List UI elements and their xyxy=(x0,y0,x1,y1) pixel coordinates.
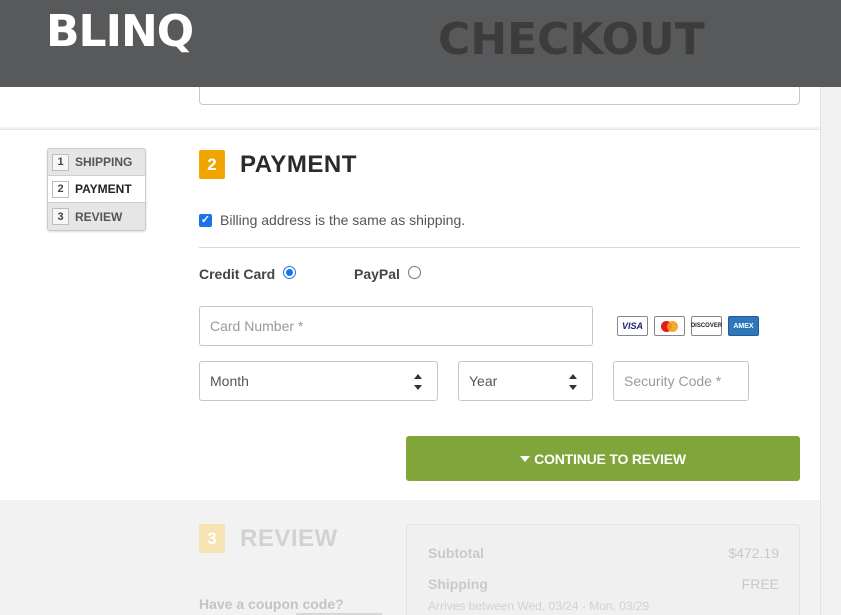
card-number-placeholder: Card Number * xyxy=(210,318,304,334)
security-code-placeholder: Security Code * xyxy=(624,373,722,389)
arrival-estimate: Arrives between Wed, 03/24 - Mon, 03/29 xyxy=(428,599,650,613)
site-header: BLINQ CHECKOUT xyxy=(0,0,841,87)
divider xyxy=(199,247,800,248)
accepted-cards: VISA DISCOVER AMEX xyxy=(617,316,759,336)
subtotal-value: $472.19 xyxy=(728,545,779,561)
review-section: 3 REVIEW Have a coupon code? Subtotal $4… xyxy=(0,502,820,615)
shipping-label: Shipping xyxy=(428,576,488,592)
subtotal-label: Subtotal xyxy=(428,545,484,561)
select-arrows-icon xyxy=(569,373,578,391)
month-select[interactable]: Month xyxy=(199,361,438,401)
billing-checkbox[interactable]: ✓ xyxy=(199,213,212,227)
scrollbar-gutter xyxy=(820,87,841,615)
review-heading: REVIEW xyxy=(240,525,338,552)
caret-down-icon xyxy=(520,455,531,462)
step-review[interactable]: 3 REVIEW xyxy=(48,203,145,230)
select-arrows-icon xyxy=(414,373,423,391)
visa-icon: VISA xyxy=(617,316,648,336)
month-value: Month xyxy=(210,373,249,389)
amex-icon: AMEX xyxy=(728,316,759,336)
review-step-badge: 3 xyxy=(199,524,225,553)
year-value: Year xyxy=(469,373,498,389)
step-number: 1 xyxy=(52,153,69,171)
step-shipping[interactable]: 1 SHIPPING xyxy=(48,149,145,176)
subtotal-row: Subtotal $472.19 xyxy=(428,545,779,561)
step-payment[interactable]: 2 PAYMENT xyxy=(48,176,145,203)
card-number-input[interactable]: Card Number * xyxy=(199,306,593,346)
payment-step-badge: 2 xyxy=(199,150,225,179)
year-select[interactable]: Year xyxy=(458,361,593,401)
order-summary: Subtotal $472.19 Shipping FREE Arrives b… xyxy=(406,524,800,615)
shipping-value: FREE xyxy=(741,576,779,592)
payment-section: 1 SHIPPING 2 PAYMENT 3 REVIEW 2 PAYMENT … xyxy=(0,129,820,500)
shipping-section xyxy=(0,87,820,127)
paypal-option[interactable]: PayPal xyxy=(354,265,421,282)
step-label: REVIEW xyxy=(75,209,123,224)
billing-same-option[interactable]: ✓ Billing address is the same as shippin… xyxy=(199,212,465,228)
paypal-radio[interactable] xyxy=(407,265,421,279)
continue-to-review-button[interactable]: CONTINUE TO REVIEW xyxy=(406,436,800,481)
step-label: SHIPPING xyxy=(75,155,133,169)
step-number: 2 xyxy=(52,180,69,198)
credit-card-label: Credit Card xyxy=(199,266,276,282)
shipping-row: Shipping FREE xyxy=(428,576,779,592)
security-code-input[interactable]: Security Code * xyxy=(613,361,749,401)
payment-heading: PAYMENT xyxy=(240,151,357,178)
step-navigator: 1 SHIPPING 2 PAYMENT 3 REVIEW xyxy=(47,148,146,231)
check-icon: ✓ xyxy=(200,213,211,226)
step-label: PAYMENT xyxy=(75,182,132,196)
credit-card-radio[interactable] xyxy=(283,265,297,279)
blinq-logo[interactable]: BLINQ xyxy=(46,6,194,57)
step-number: 3 xyxy=(52,208,69,225)
coupon-link[interactable]: Have a coupon code? xyxy=(199,596,344,612)
billing-label: Billing address is the same as shipping. xyxy=(220,212,466,228)
credit-card-option[interactable]: Credit Card xyxy=(199,265,297,282)
mastercard-icon xyxy=(654,316,685,336)
discover-icon: DISCOVER xyxy=(691,316,722,336)
shipping-field-bottom[interactable] xyxy=(199,87,800,105)
page-title: CHECKOUT xyxy=(438,14,705,65)
continue-label: CONTINUE TO REVIEW xyxy=(534,450,686,467)
paypal-label: PayPal xyxy=(354,266,400,282)
